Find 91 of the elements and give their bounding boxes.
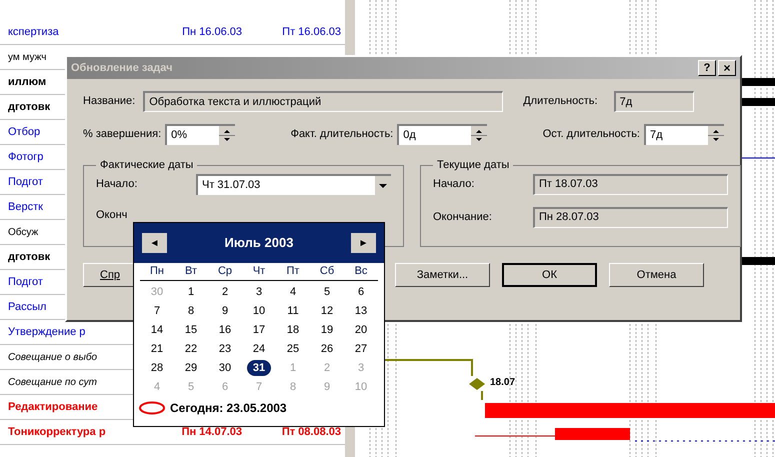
calendar-day[interactable]: 20: [348, 322, 374, 338]
help-button[interactable]: ?: [698, 60, 716, 76]
field-label: Начало:: [96, 176, 138, 192]
calendar-day[interactable]: 26: [314, 340, 340, 358]
calendar-day[interactable]: 9: [216, 302, 234, 320]
calendar-day[interactable]: 17: [246, 322, 272, 338]
calendar-day[interactable]: 7: [148, 302, 166, 320]
weekday-label: Чт: [252, 264, 266, 279]
calendar-day[interactable]: 10: [246, 302, 272, 320]
dialog-button[interactable]: Заметки...: [395, 263, 490, 287]
window-title: Обновление задач: [71, 60, 174, 76]
field-label: Название:: [83, 94, 136, 110]
task-start-cell-text: Пн 14.07.03: [180, 424, 243, 440]
field-label: Длительность:: [523, 94, 598, 110]
task-name-cell: Отбор: [8, 126, 40, 138]
spin-field[interactable]: 0д: [397, 124, 488, 145]
calendar-day[interactable]: 12: [314, 302, 340, 320]
calendar-day[interactable]: 28: [144, 360, 170, 376]
weekday-label: Вс: [354, 264, 368, 279]
task-name-cell: Верстк: [8, 200, 43, 213]
task-name-cell: Утверждение р: [8, 326, 86, 338]
calendar-day[interactable]: 31: [246, 360, 272, 376]
calendar-day[interactable]: 15: [178, 322, 204, 338]
previous-month-button[interactable]: ◄: [142, 233, 167, 253]
calendar-day[interactable]: 27: [348, 340, 374, 358]
task-finish-cell-text: Пт 16.06.03: [281, 24, 342, 40]
weekday-label: Пн: [149, 264, 165, 279]
task-finish-cell-text: Пт 08.08.03: [280, 424, 342, 440]
task-name-cell: Совещание по сут: [8, 376, 97, 388]
next-month-button[interactable]: ►: [351, 233, 376, 253]
calendar-day[interactable]: 4: [284, 284, 302, 300]
calendar-day[interactable]: 22: [178, 340, 204, 358]
dialog-button[interactable]: ОК: [502, 263, 597, 287]
task-name-cell: дготовк: [8, 250, 50, 263]
task-name-cell: Фотогр: [8, 150, 44, 163]
calendar-day[interactable]: 6: [352, 284, 370, 300]
calendar-day[interactable]: 2: [216, 284, 234, 300]
calendar-day[interactable]: 11: [281, 302, 305, 320]
calendar-day[interactable]: 8: [182, 302, 200, 320]
field-label: Оконч: [96, 208, 128, 222]
field-label: Окончание:: [433, 210, 493, 225]
calendar-day[interactable]: 13: [348, 302, 374, 320]
start-date-dropdown[interactable]: Чт 31.07.03: [196, 174, 391, 194]
task-name-cell: дготовк: [8, 100, 50, 113]
field-label: Ост. длительность:: [542, 127, 640, 142]
calendar-day[interactable]: 18: [280, 322, 306, 338]
close-button[interactable]: ×: [718, 60, 736, 76]
field-label: Факт. длительность:: [290, 127, 394, 142]
group-title: Текущие даты: [436, 158, 510, 173]
today-circle-icon: [138, 400, 166, 414]
task-name-cell: Совещание о выбо: [8, 352, 98, 363]
calendar-day[interactable]: 14: [144, 322, 170, 338]
weekday-label: Вт: [184, 264, 198, 279]
task-name-field[interactable]: Обработка текста и иллюстраций: [143, 91, 504, 112]
calendar-day[interactable]: 23: [212, 340, 238, 358]
calendar-day[interactable]: 3: [250, 284, 268, 300]
month-title: Июль 2003: [224, 234, 294, 252]
dialog-button[interactable]: Отмена: [609, 263, 704, 287]
calendar-day[interactable]: 21: [144, 340, 170, 358]
task-start-cell-text: Пн 16.06.03: [181, 24, 243, 40]
calendar-day[interactable]: 30: [212, 360, 238, 376]
field-label: % завершения:: [83, 127, 162, 142]
group-title: Фактические даты: [99, 158, 194, 173]
calendar-day[interactable]: 16: [212, 322, 238, 338]
field-label: Начало:: [433, 176, 476, 192]
calendar-day[interactable]: 24: [246, 340, 272, 358]
spin-field[interactable]: 0%: [165, 124, 236, 145]
task-name-cell: Редактирование: [8, 400, 98, 413]
calendar-day[interactable]: 25: [280, 340, 306, 358]
duration-field[interactable]: 7д: [614, 91, 694, 112]
task-name-cell: кспертиза: [8, 26, 59, 38]
task-name-cell: Подгот: [8, 176, 43, 188]
calendar-day[interactable]: 5: [318, 284, 336, 300]
milestone-date-label: 18.07: [490, 376, 516, 390]
task-name-cell: ум мужч: [8, 52, 46, 63]
calendar-day[interactable]: 19: [314, 322, 340, 338]
today-link[interactable]: Сегодня: 23.05.2003: [170, 398, 287, 416]
milestone-icon: [469, 378, 485, 390]
weekday-label: Ср: [216, 264, 234, 279]
task-name-cell: Обсуж: [8, 226, 38, 238]
task-name-cell: Подгот: [8, 276, 43, 288]
task-name-cell: иллюм: [8, 76, 46, 88]
spin-field[interactable]: 7д: [644, 124, 724, 145]
weekday-label: Сб: [318, 264, 336, 279]
weekday-label: Пт: [286, 264, 300, 279]
task-name-cell: Рассыл: [8, 300, 46, 313]
task-name-cell: Тоникорректура р: [8, 426, 106, 438]
calendar-day[interactable]: 1: [182, 284, 200, 300]
calendar-day[interactable]: 29: [178, 360, 204, 376]
current-start-field[interactable]: Пт 18.07.03: [533, 174, 728, 194]
current-finish-field[interactable]: Пн 28.07.03: [533, 206, 728, 228]
